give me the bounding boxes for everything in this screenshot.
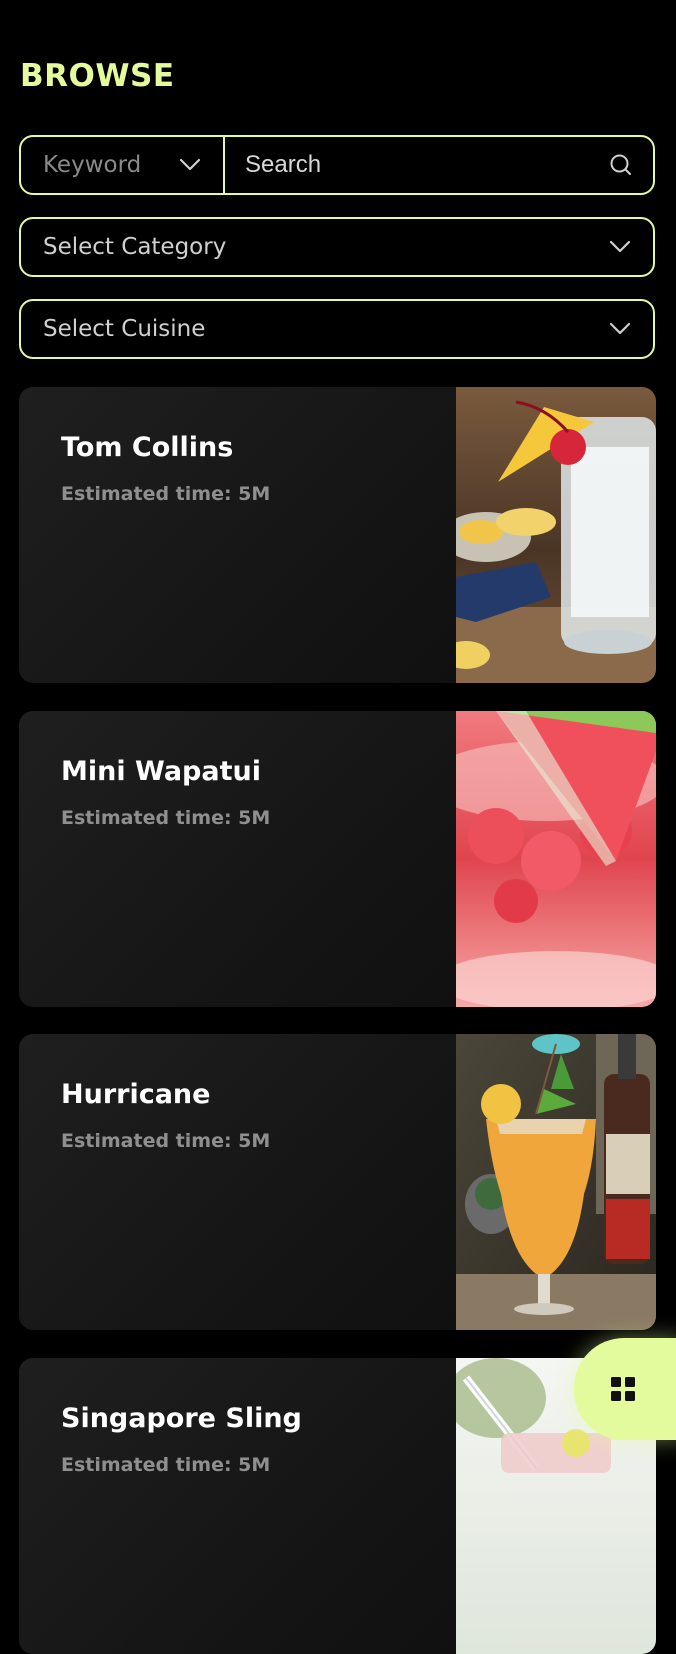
recipe-time: Estimated time: 5M — [61, 807, 271, 829]
grid-icon — [611, 1377, 635, 1401]
category-select[interactable]: Select Category — [19, 217, 655, 277]
mini-wapatui-image — [456, 711, 656, 1007]
recipe-card-mini-wapatui[interactable]: Mini Wapatui Estimated time: 5M — [19, 711, 656, 1007]
chevron-down-icon — [609, 322, 631, 335]
chevron-down-icon — [179, 158, 201, 171]
keyword-select[interactable]: Keyword — [21, 137, 225, 193]
cuisine-select[interactable]: Select Cuisine — [19, 299, 655, 359]
grid-view-button[interactable] — [574, 1338, 676, 1440]
recipe-time: Estimated time: 5M — [61, 483, 271, 505]
recipe-name: Hurricane — [61, 1079, 211, 1110]
search-icon[interactable] — [609, 153, 633, 177]
hurricane-image — [456, 1034, 656, 1330]
tom-collins-image — [456, 387, 656, 683]
recipe-name: Singapore Sling — [61, 1403, 302, 1434]
search-field — [225, 137, 653, 193]
recipe-name: Tom Collins — [61, 432, 234, 463]
recipe-card-tom-collins[interactable]: Tom Collins Estimated time: 5M — [19, 387, 656, 683]
recipe-name: Mini Wapatui — [61, 756, 261, 787]
recipe-time: Estimated time: 5M — [61, 1454, 271, 1476]
recipe-card-singapore-sling[interactable]: Singapore Sling Estimated time: 5M — [19, 1358, 656, 1654]
page-title: BROWSE — [20, 58, 175, 94]
search-input[interactable] — [245, 151, 565, 179]
recipe-time: Estimated time: 5M — [61, 1130, 271, 1152]
category-select-label: Select Category — [43, 234, 227, 260]
keyword-select-label: Keyword — [43, 152, 142, 178]
cuisine-select-label: Select Cuisine — [43, 316, 206, 342]
search-bar: Keyword — [19, 135, 655, 195]
recipe-card-hurricane[interactable]: Hurricane Estimated time: 5M — [19, 1034, 656, 1330]
chevron-down-icon — [609, 240, 631, 253]
